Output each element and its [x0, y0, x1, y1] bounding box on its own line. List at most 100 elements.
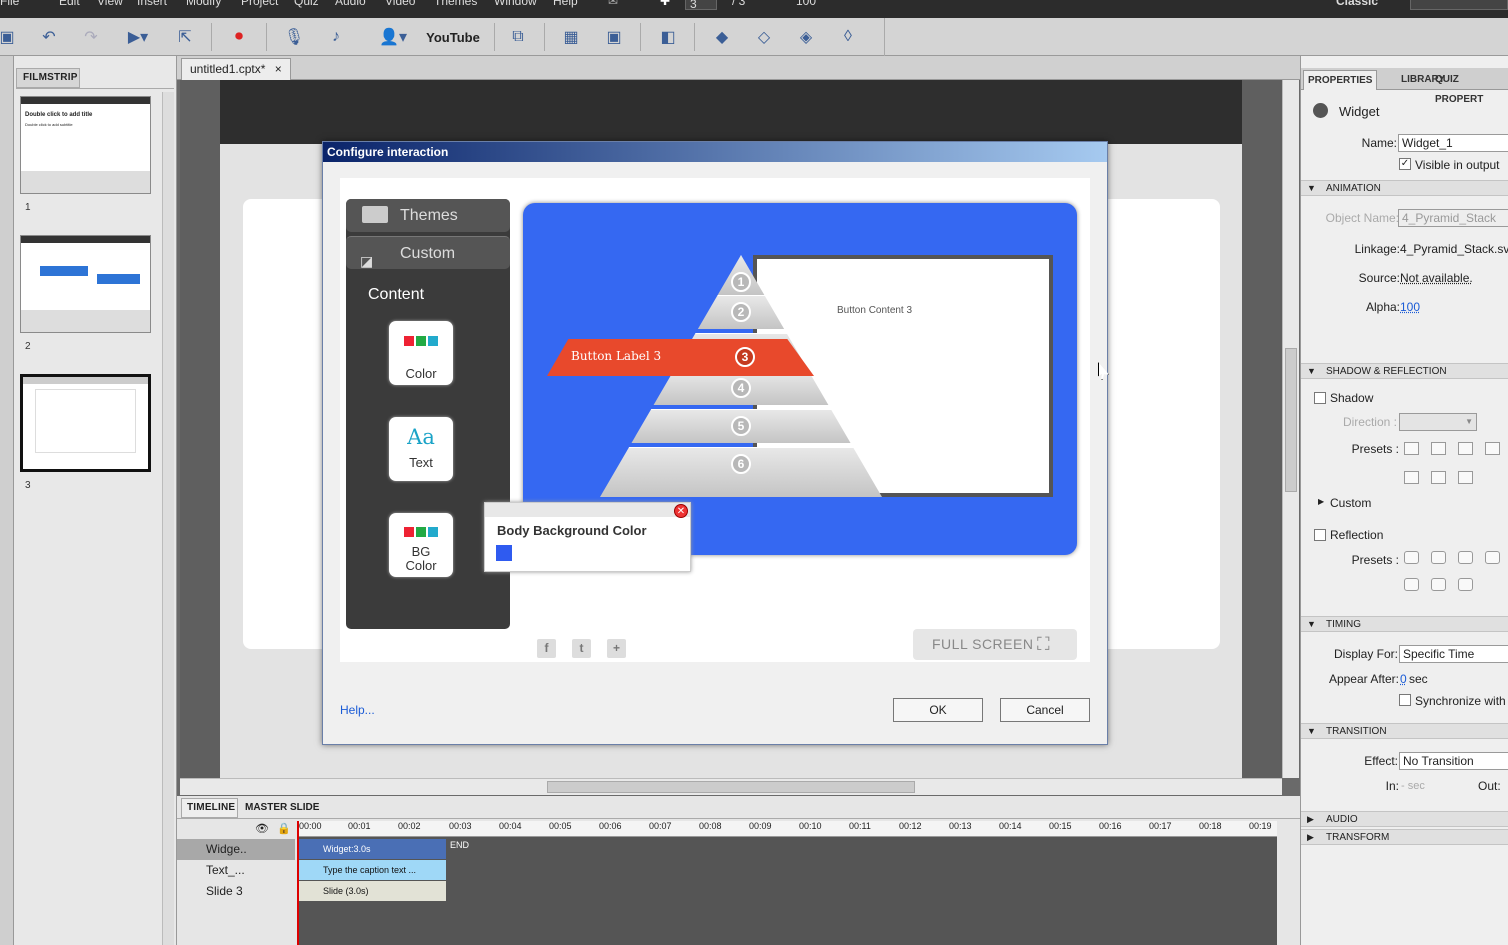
- frame-icon[interactable]: ▣: [601, 24, 627, 50]
- stage-vertical-scrollbar[interactable]: [1282, 80, 1299, 778]
- shadow-preset[interactable]: [1404, 471, 1419, 484]
- search-input[interactable]: [1410, 0, 1508, 10]
- menu-insert[interactable]: Insert: [137, 0, 167, 8]
- facebook-share-icon[interactable]: f: [537, 639, 556, 658]
- menu-view[interactable]: View: [97, 0, 123, 8]
- table-icon[interactable]: ▦: [558, 24, 584, 50]
- name-field[interactable]: Widget_1: [1398, 134, 1508, 152]
- section-animation[interactable]: ▼ ANIMATION: [1301, 180, 1508, 196]
- preview-play-icon[interactable]: ▶▾: [120, 24, 156, 50]
- section-transition[interactable]: ▼ TRANSITION: [1301, 723, 1508, 739]
- section-transform[interactable]: ▶ TRANSFORM: [1301, 829, 1508, 845]
- reflection-preset[interactable]: [1431, 551, 1446, 564]
- workspace-switcher[interactable]: Classic: [1336, 0, 1378, 8]
- shadow-preset[interactable]: [1431, 442, 1446, 455]
- custom-shadow-label[interactable]: Custom: [1330, 496, 1371, 510]
- shadow-preset[interactable]: [1431, 471, 1446, 484]
- custom-button[interactable]: ◪ Custom: [346, 236, 510, 269]
- characters-icon[interactable]: 👤▾: [375, 24, 411, 50]
- eye-icon[interactable]: 👁: [255, 822, 269, 835]
- align-icon[interactable]: ◧: [655, 24, 681, 50]
- menu-video[interactable]: Video: [385, 0, 415, 8]
- close-popup-icon[interactable]: ✕: [674, 504, 688, 518]
- lock-icon[interactable]: 🔒: [277, 822, 291, 835]
- publish-icon[interactable]: ⇱: [172, 24, 198, 50]
- timeline-ruler[interactable]: 00:00 00:01 00:02 00:03 00:04 00:05 00:0…: [297, 821, 1277, 837]
- synchronize-checkbox[interactable]: [1399, 694, 1411, 706]
- section-audio[interactable]: ▶ AUDIO: [1301, 811, 1508, 827]
- undo-icon[interactable]: ↶: [36, 24, 62, 50]
- reflection-preset[interactable]: [1485, 551, 1500, 564]
- dialog-title[interactable]: Configure interaction: [323, 142, 1107, 162]
- section-shadow-reflection[interactable]: ▼ SHADOW & REFLECTION: [1301, 363, 1508, 379]
- display-for-select[interactable]: Specific Time: [1399, 645, 1508, 663]
- appear-after-value[interactable]: 0: [1400, 672, 1407, 686]
- bg-color-tile[interactable]: BG Color: [389, 513, 453, 577]
- cancel-button[interactable]: Cancel: [1000, 698, 1090, 722]
- selected-pyramid-level[interactable]: Button Label 3 3: [547, 339, 814, 376]
- shadow-preset[interactable]: [1485, 442, 1500, 455]
- menu-themes[interactable]: Themes: [434, 0, 477, 8]
- add-slide-icon[interactable]: ✚: [660, 0, 670, 8]
- timeline-row-text[interactable]: Text_...: [177, 860, 295, 881]
- timeline-bar-text[interactable]: Type the caption text ...: [298, 860, 446, 880]
- shadow-preset[interactable]: [1458, 471, 1473, 484]
- playhead[interactable]: [297, 821, 299, 945]
- shadow-preset[interactable]: [1404, 442, 1419, 455]
- alpha-value[interactable]: 100: [1400, 300, 1420, 314]
- ok-button[interactable]: OK: [893, 698, 983, 722]
- audio-note-icon[interactable]: ♪: [323, 24, 349, 50]
- twitter-share-icon[interactable]: t: [572, 639, 591, 658]
- tab-quiz-properties[interactable]: QUIZ PROPERT: [1431, 70, 1508, 105]
- filmstrip-tab[interactable]: FILMSTRIP: [16, 68, 80, 88]
- transition-in-value[interactable]: - sec: [1401, 780, 1425, 792]
- document-tab[interactable]: untitled1.cptx* ×: [181, 58, 291, 80]
- menu-file[interactable]: File: [0, 0, 19, 8]
- more-share-icon[interactable]: +: [607, 639, 626, 658]
- pyramid-level-6[interactable]: 6: [600, 447, 882, 497]
- timeline-row-slide[interactable]: Slide 3: [177, 881, 295, 902]
- filmstrip-scrollbar[interactable]: [162, 92, 174, 945]
- send-to-back-icon[interactable]: ◊: [835, 24, 861, 50]
- slide-thumbnail-2[interactable]: [20, 235, 151, 333]
- timeline-row-widget[interactable]: Widge..: [177, 839, 295, 860]
- menu-window[interactable]: Window: [494, 0, 537, 8]
- color-tile[interactable]: Color: [389, 321, 453, 385]
- source-value[interactable]: Not available.: [1400, 271, 1473, 285]
- close-tab-icon[interactable]: ×: [275, 62, 282, 76]
- menu-modify[interactable]: Modify: [186, 0, 221, 8]
- send-backward-icon[interactable]: ◇: [751, 24, 777, 50]
- effect-select[interactable]: No Transition: [1399, 752, 1508, 770]
- timeline-bar-slide[interactable]: Slide (3.0s): [298, 881, 446, 901]
- timeline-tab[interactable]: TIMELINE: [181, 798, 238, 818]
- body-color-swatch[interactable]: [496, 545, 512, 561]
- full-screen-button[interactable]: FULL SCREEN ⛶: [913, 629, 1077, 660]
- visible-checkbox[interactable]: ✓: [1399, 158, 1411, 170]
- stage-horizontal-scrollbar[interactable]: [180, 778, 1282, 795]
- bring-forward-icon[interactable]: ◈: [793, 24, 819, 50]
- slide-number-field[interactable]: 3: [685, 0, 717, 11]
- interactions-icon[interactable]: ⧉: [505, 24, 531, 50]
- menu-quiz[interactable]: Quiz: [294, 0, 319, 8]
- tab-properties[interactable]: PROPERTIES: [1303, 70, 1378, 90]
- master-slide-tab[interactable]: MASTER SLIDE: [245, 802, 319, 813]
- menu-help[interactable]: Help: [553, 0, 578, 8]
- reflection-preset[interactable]: [1404, 551, 1419, 564]
- microphone-icon[interactable]: 🎙: [281, 24, 307, 50]
- shadow-checkbox[interactable]: [1314, 392, 1326, 404]
- menu-audio[interactable]: Audio: [335, 0, 366, 8]
- timeline-bar-widget[interactable]: Widget:3.0s: [298, 839, 446, 859]
- slide-thumbnail-3[interactable]: [20, 374, 151, 472]
- mail-icon[interactable]: ✉: [608, 0, 618, 8]
- reflection-preset[interactable]: [1458, 551, 1473, 564]
- section-timing[interactable]: ▼ TIMING: [1301, 616, 1508, 632]
- reflection-checkbox[interactable]: [1314, 529, 1326, 541]
- redo-icon[interactable]: ↷: [78, 24, 104, 50]
- text-tile[interactable]: Aa Text: [389, 417, 453, 481]
- bring-to-front-icon[interactable]: ◆: [709, 24, 735, 50]
- menu-project[interactable]: Project: [241, 0, 278, 8]
- help-link[interactable]: Help...: [340, 703, 375, 717]
- slide-thumbnail-1[interactable]: Double click to add title Double click t…: [20, 96, 151, 194]
- reflection-preset[interactable]: [1404, 578, 1419, 591]
- expand-icon[interactable]: ▶: [1318, 497, 1324, 506]
